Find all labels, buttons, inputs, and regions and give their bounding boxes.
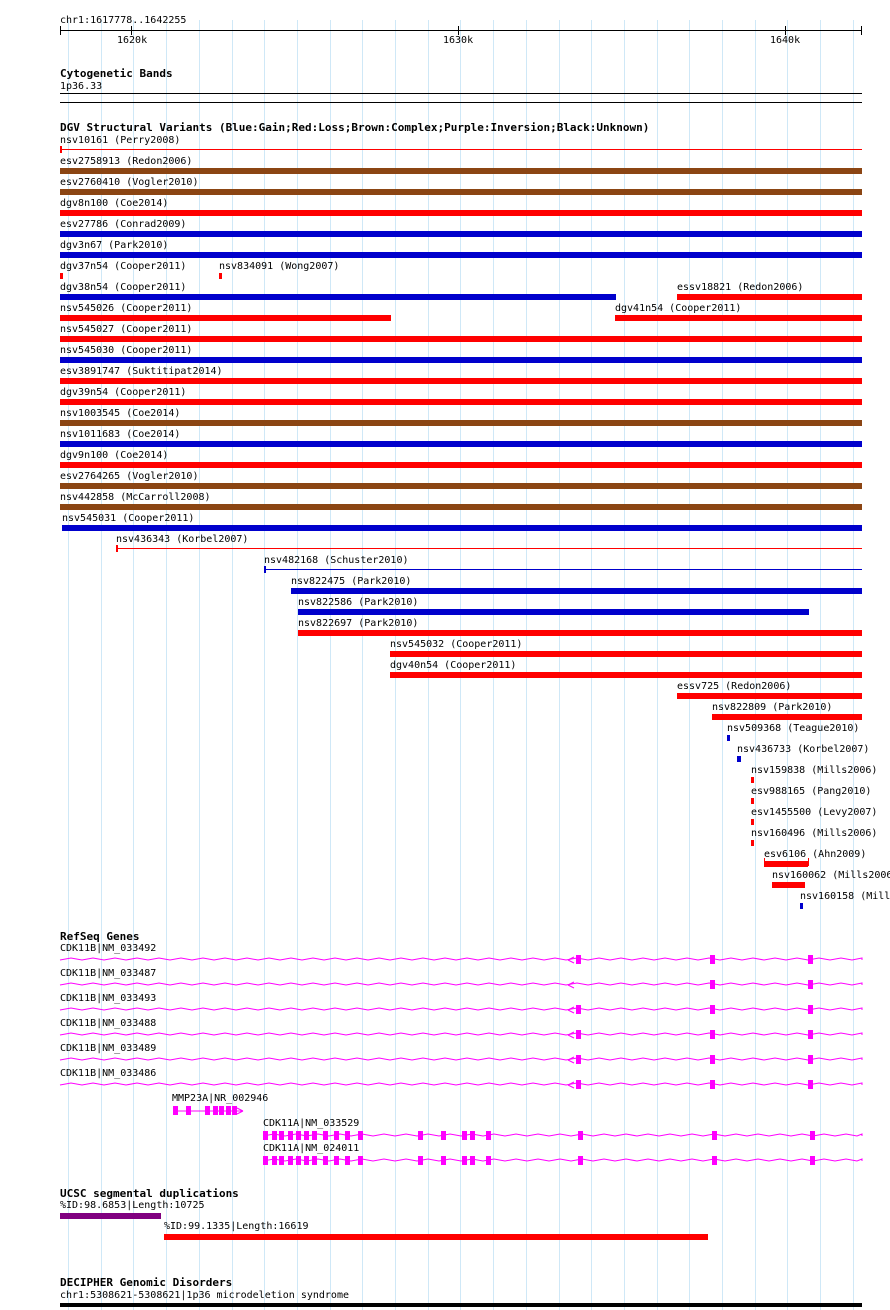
gene-exon[interactable]: [441, 1156, 446, 1165]
segdup-bar[interactable]: [60, 1213, 161, 1219]
segdup-label[interactable]: %ID:99.1335|Length:16619: [164, 1221, 309, 1232]
gene-exon[interactable]: [418, 1131, 423, 1140]
gene-exon[interactable]: [272, 1131, 277, 1140]
track-title-decipher[interactable]: DECIPHER Genomic Disorders: [60, 1277, 232, 1289]
gene-exon[interactable]: [334, 1156, 339, 1165]
gene-exon[interactable]: [334, 1131, 339, 1140]
gene-exon[interactable]: [810, 1156, 815, 1165]
gene-intron: [59, 982, 863, 986]
gene-exon[interactable]: [323, 1156, 328, 1165]
gene-exon[interactable]: [304, 1156, 309, 1165]
gene-exon[interactable]: [808, 1080, 813, 1089]
gene-exon[interactable]: [710, 955, 715, 964]
gene-exon[interactable]: [710, 1080, 715, 1089]
gene-exon[interactable]: [712, 1156, 717, 1165]
gene-exon[interactable]: [462, 1156, 467, 1165]
gene-exon[interactable]: [288, 1131, 293, 1140]
gene-exon[interactable]: [486, 1131, 491, 1140]
gene-exon[interactable]: [296, 1156, 301, 1165]
gene-exon[interactable]: [576, 1055, 581, 1064]
gene-exon[interactable]: [441, 1131, 446, 1140]
gene-exon[interactable]: [263, 1131, 268, 1140]
gene-intron: [567, 1034, 575, 1039]
gene-intron: [59, 1057, 863, 1061]
gene-exon[interactable]: [576, 1005, 581, 1014]
gene-exon[interactable]: [358, 1156, 363, 1165]
gene-intron: [567, 959, 575, 964]
gene-exon[interactable]: [296, 1131, 301, 1140]
gene-exon[interactable]: [808, 1030, 813, 1039]
gene-exon[interactable]: [710, 980, 715, 989]
gene-exon[interactable]: [578, 1131, 583, 1140]
gene-intron: [59, 1082, 863, 1086]
gene-exon[interactable]: [312, 1156, 317, 1165]
gene-exon[interactable]: [186, 1106, 191, 1115]
decipher-bar[interactable]: [60, 1303, 862, 1307]
gene-exon[interactable]: [312, 1131, 317, 1140]
gene-intron: [59, 1007, 863, 1011]
gene-exon[interactable]: [279, 1131, 284, 1140]
gene-exon[interactable]: [205, 1106, 210, 1115]
gene-exon[interactable]: [418, 1156, 423, 1165]
gene-exon[interactable]: [810, 1131, 815, 1140]
gene-exon[interactable]: [232, 1106, 237, 1115]
gene-intron: [262, 1133, 863, 1137]
gene-exon[interactable]: [219, 1106, 224, 1115]
gene-exon[interactable]: [358, 1131, 363, 1140]
gene-exon[interactable]: [578, 1156, 583, 1165]
gene-exon[interactable]: [808, 1055, 813, 1064]
gene-exon[interactable]: [808, 955, 813, 964]
gene-intron: [59, 1032, 863, 1036]
refseq-gene-models: [59, 955, 863, 1165]
gene-exon[interactable]: [345, 1156, 350, 1165]
gene-exon[interactable]: [712, 1131, 717, 1140]
gene-exon[interactable]: [263, 1156, 268, 1165]
gene-exon[interactable]: [486, 1156, 491, 1165]
gene-exon[interactable]: [279, 1156, 284, 1165]
gene-exon[interactable]: [226, 1106, 231, 1115]
decipher-label[interactable]: chr1:5308621-5308621|1p36 microdeletion …: [60, 1290, 349, 1301]
gene-exon[interactable]: [710, 1030, 715, 1039]
gene-exon[interactable]: [710, 1005, 715, 1014]
gene-exon[interactable]: [576, 955, 581, 964]
gene-exon[interactable]: [272, 1156, 277, 1165]
gene-intron: [262, 1158, 863, 1162]
gene-exon[interactable]: [808, 1005, 813, 1014]
segdup-bar[interactable]: [164, 1234, 708, 1240]
gene-exon[interactable]: [576, 1080, 581, 1089]
gene-exon[interactable]: [710, 1055, 715, 1064]
gene-exon[interactable]: [470, 1156, 475, 1165]
segdup-label[interactable]: %ID:98.6853|Length:10725: [60, 1200, 205, 1211]
gene-exon[interactable]: [345, 1131, 350, 1140]
gene-intron: [59, 957, 863, 961]
track-title-segdups[interactable]: UCSC segmental duplications: [60, 1188, 239, 1200]
gene-intron: [567, 1009, 575, 1014]
gene-exon[interactable]: [470, 1131, 475, 1140]
gene-exon[interactable]: [173, 1106, 178, 1115]
gene-intron: [567, 984, 575, 989]
gene-exon[interactable]: [323, 1131, 328, 1140]
gene-exon[interactable]: [462, 1131, 467, 1140]
genome-browser-panel: chr1:1617778..1642255 1620k 1630k 1640k …: [0, 0, 890, 1310]
gene-exon[interactable]: [213, 1106, 218, 1115]
gene-intron: [567, 1084, 575, 1089]
gene-intron: [567, 1059, 575, 1064]
gene-exon[interactable]: [808, 980, 813, 989]
gene-exon[interactable]: [576, 1030, 581, 1039]
gene-exon[interactable]: [304, 1131, 309, 1140]
gene-exon[interactable]: [288, 1156, 293, 1165]
